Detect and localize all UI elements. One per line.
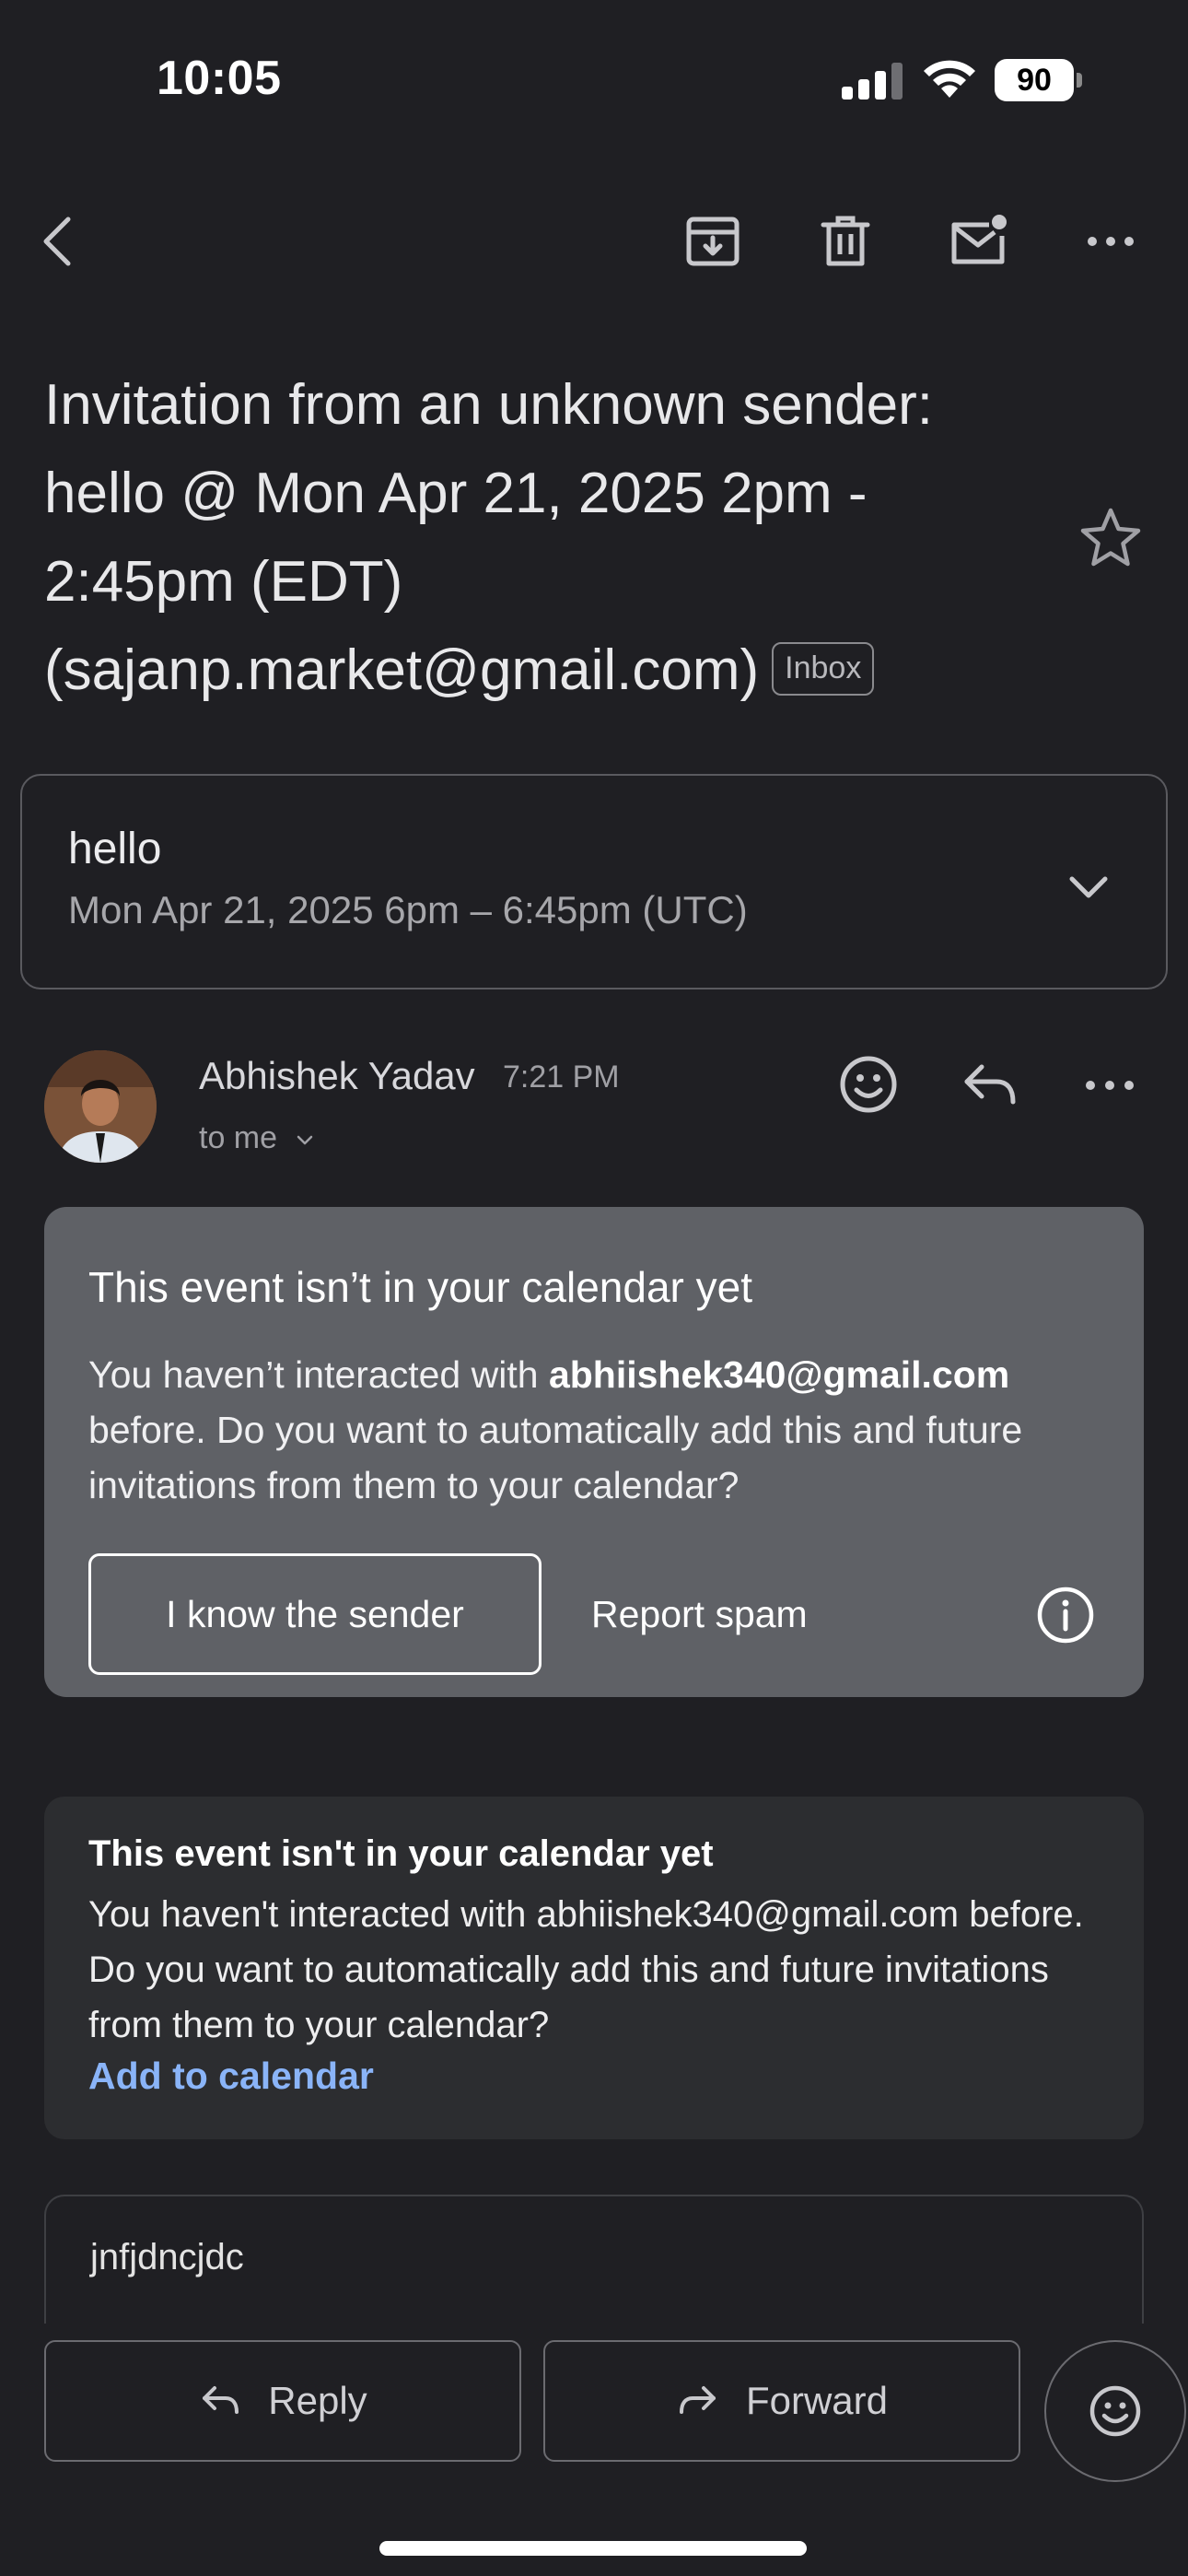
reply-icon [203, 2386, 239, 2414]
message-body: jnfjdncjdc [44, 2195, 1144, 2324]
home-indicator[interactable] [379, 2541, 807, 2556]
info-icon[interactable] [1035, 1585, 1096, 1645]
notice-title: This event isn't in your calendar yet [88, 1833, 714, 1874]
emoji-reaction-button[interactable] [836, 1052, 901, 1121]
i-know-sender-button[interactable]: I know the sender [88, 1553, 542, 1675]
message-more-button[interactable] [1077, 1052, 1142, 1121]
chevron-down-icon [297, 1135, 312, 1145]
sender-name: Abhishek Yadav [199, 1054, 475, 1097]
chevron-left-icon [43, 217, 71, 266]
unknown-sender-banner: This event isn’t in your calendar yet Yo… [44, 1207, 1144, 1697]
event-summary-card[interactable]: hello Mon Apr 21, 2025 6pm – 6:45pm (UTC… [20, 774, 1168, 989]
calendar-notice-block: This event isn't in your calendar yet Yo… [44, 1797, 1144, 2139]
archive-icon [686, 217, 740, 266]
reply-icon [964, 1064, 1016, 1105]
sent-time: 7:21 PM [503, 1060, 620, 1095]
recipient-label: to me [199, 1120, 278, 1155]
delete-button[interactable] [809, 205, 882, 278]
more-options-button[interactable] [1074, 205, 1147, 278]
reply-button[interactable]: Reply [44, 2340, 521, 2462]
banner-body: You haven’t interacted with abhiishek340… [88, 1347, 1111, 1513]
banner-body-suffix: before. Do you want to automatically add… [88, 1409, 1023, 1506]
more-horizontal-icon [1086, 1081, 1134, 1090]
star-icon[interactable] [1077, 505, 1144, 571]
more-horizontal-icon [1088, 237, 1134, 246]
back-button[interactable] [24, 205, 98, 278]
forward-icon [679, 2386, 716, 2414]
event-time: Mon Apr 21, 2025 6pm – 6:45pm (UTC) [68, 888, 748, 931]
wifi-icon [924, 60, 975, 98]
recipient-details-toggle[interactable]: to me [199, 1120, 316, 1156]
mark-unread-icon [951, 215, 1007, 264]
emoji-react-button[interactable] [1044, 2340, 1186, 2482]
report-spam-button[interactable]: Report spam [591, 1553, 904, 1675]
battery-indicator: 90 [995, 59, 1083, 101]
chevron-down-icon[interactable] [1063, 861, 1114, 912]
forward-button[interactable]: Forward [543, 2340, 1020, 2462]
message-text: jnfjdncjdc [90, 2237, 244, 2277]
notice-body: You haven't interacted with abhiishek340… [88, 1894, 1084, 2045]
reply-label: Reply [268, 2379, 367, 2422]
trash-icon [821, 216, 870, 266]
mark-unread-button[interactable] [941, 205, 1015, 278]
banner-sender-email: abhiishek340@gmail.com [548, 1353, 1010, 1396]
add-to-calendar-link[interactable]: Add to calendar [88, 2055, 374, 2098]
smiley-icon [1089, 2385, 1141, 2437]
sender-avatar[interactable] [44, 1050, 157, 1163]
forward-label: Forward [745, 2379, 889, 2422]
status-time: 10:05 [157, 52, 282, 105]
archive-button[interactable] [676, 205, 750, 278]
event-title: hello [68, 825, 162, 873]
cellular-signal-icon [842, 63, 903, 100]
email-subject: Invitation from an unknown sender: hello… [44, 361, 1066, 715]
smiley-icon [840, 1056, 897, 1113]
avatar-photo [44, 1050, 157, 1163]
reply-icon-button[interactable] [958, 1052, 1022, 1121]
banner-body-prefix: You haven’t interacted with [88, 1353, 549, 1396]
banner-title: This event isn’t in your calendar yet [88, 1263, 753, 1311]
inbox-label-badge[interactable]: Inbox [772, 641, 875, 696]
